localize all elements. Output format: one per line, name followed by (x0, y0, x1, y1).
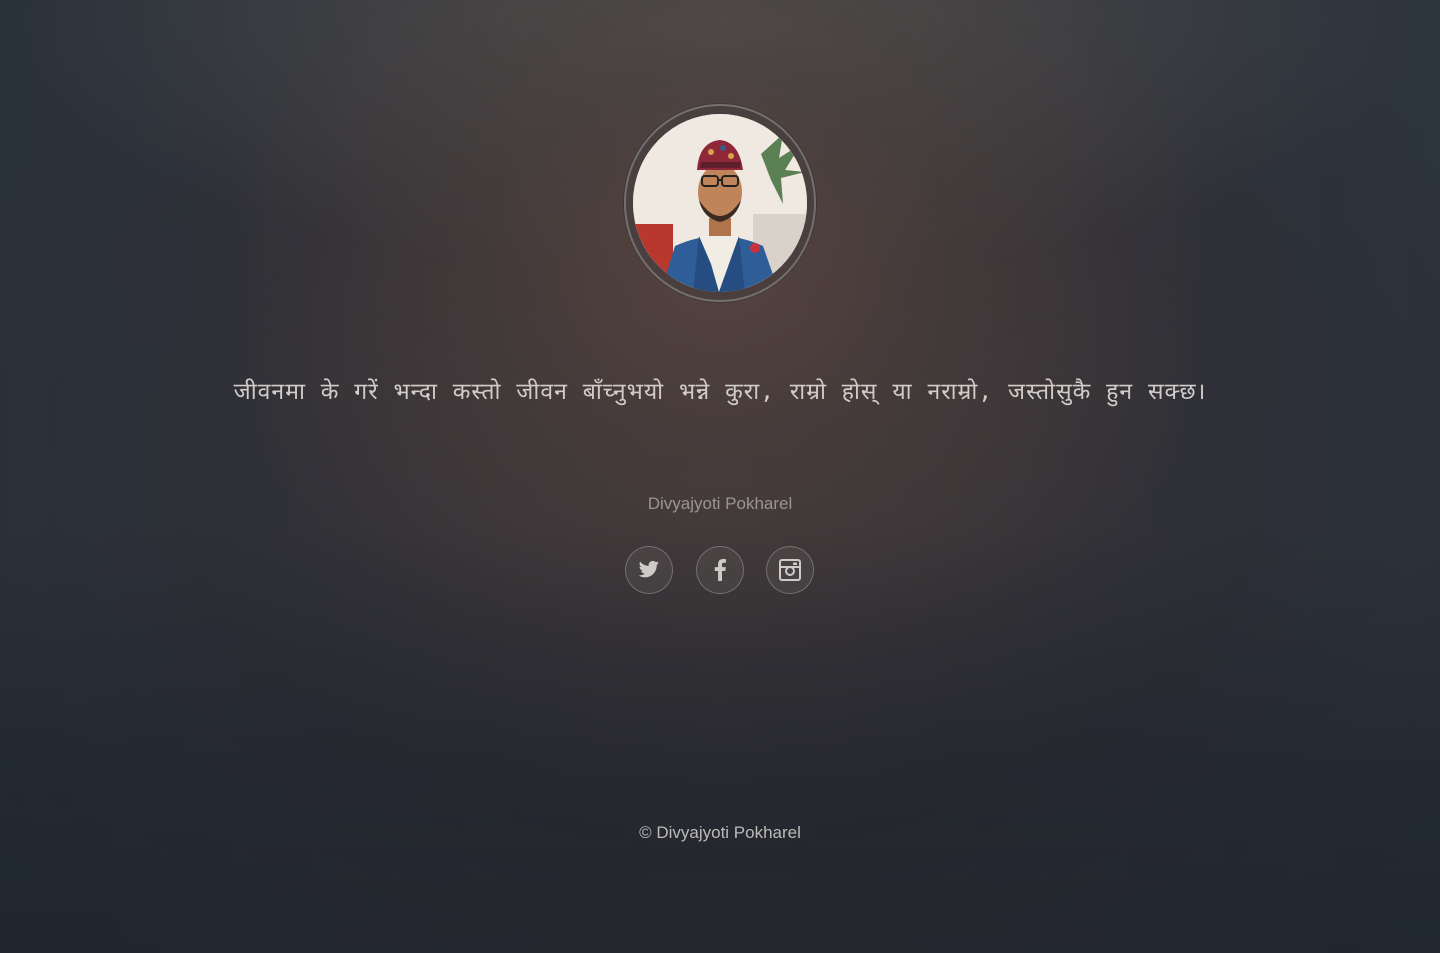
avatar (633, 114, 807, 292)
author-name: Divyajyoti Pokharel (647, 494, 793, 513)
facebook-button[interactable] (696, 546, 744, 594)
footer-copyright: © Divyajyoti Pokharel (639, 823, 801, 842)
twitter-button[interactable] (625, 546, 673, 594)
profile-quote: जीवनमा के गरें भन्दा कस्तो जीवन बाँच्नुभ… (233, 379, 1207, 405)
instagram-button[interactable] (766, 546, 814, 594)
instagram-icon (779, 559, 801, 581)
profile-photo (633, 114, 807, 292)
twitter-icon (638, 560, 660, 578)
facebook-icon (714, 559, 726, 581)
